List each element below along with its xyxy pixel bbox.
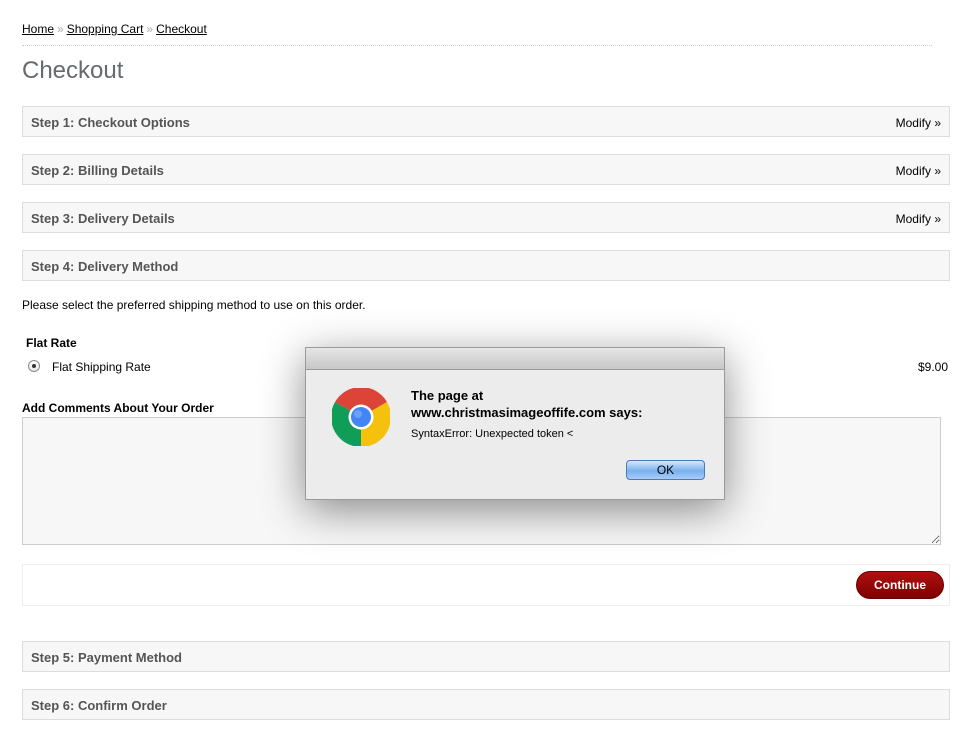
step-title: Step 3: Delivery Details (31, 211, 175, 226)
shipping-option-price: $9.00 (917, 360, 948, 374)
continue-bar: Continue (22, 564, 950, 606)
dialog-heading: The page at www.christmasimageoffife.com… (411, 387, 711, 421)
breadcrumb-home-link[interactable]: Home (22, 22, 54, 36)
modify-billing-details-link[interactable]: Modify » (896, 164, 941, 178)
radio-selected-dot (32, 364, 36, 368)
step-billing-details[interactable]: Step 2: Billing Details Modify » (22, 154, 950, 185)
ok-button[interactable]: OK (626, 460, 705, 480)
step-delivery-method: Step 4: Delivery Method (22, 250, 950, 281)
modify-checkout-options-link[interactable]: Modify » (896, 116, 941, 130)
continue-button[interactable]: Continue (856, 571, 944, 599)
delivery-instruction: Please select the preferred shipping met… (22, 298, 366, 312)
page-title: Checkout (22, 57, 124, 84)
javascript-alert-dialog: The page at www.christmasimageoffife.com… (305, 347, 725, 500)
dialog-heading-line: The page at (411, 388, 484, 403)
dialog-titlebar[interactable] (306, 348, 724, 370)
step-title: Step 6: Confirm Order (31, 698, 167, 713)
shipping-method-title: Flat Rate (26, 336, 77, 350)
step-delivery-details[interactable]: Step 3: Delivery Details Modify » (22, 202, 950, 233)
step-confirm-order: Step 6: Confirm Order (22, 689, 950, 720)
breadcrumb-separator: » (146, 22, 154, 36)
step-title: Step 2: Billing Details (31, 163, 164, 178)
step-payment-method: Step 5: Payment Method (22, 641, 950, 672)
flat-shipping-radio[interactable] (28, 360, 40, 372)
chrome-icon (332, 388, 390, 446)
step-checkout-options[interactable]: Step 1: Checkout Options Modify » (22, 106, 950, 137)
dialog-message: SyntaxError: Unexpected token < (411, 428, 574, 440)
step-title: Step 1: Checkout Options (31, 115, 190, 130)
modify-delivery-details-link[interactable]: Modify » (896, 212, 941, 226)
dialog-heading-line: www.christmasimageoffife.com says: (411, 405, 643, 420)
breadcrumb-separator: » (57, 22, 64, 36)
breadcrumb-checkout-link[interactable]: Checkout (156, 22, 207, 36)
shipping-option-label[interactable]: Flat Shipping Rate (52, 360, 151, 374)
breadcrumb-cart-link[interactable]: Shopping Cart (67, 22, 144, 36)
comments-title: Add Comments About Your Order (22, 401, 214, 415)
breadcrumb: Home» Shopping Cart» Checkout (22, 22, 932, 46)
step-title: Step 4: Delivery Method (31, 259, 179, 274)
step-title: Step 5: Payment Method (31, 650, 182, 665)
